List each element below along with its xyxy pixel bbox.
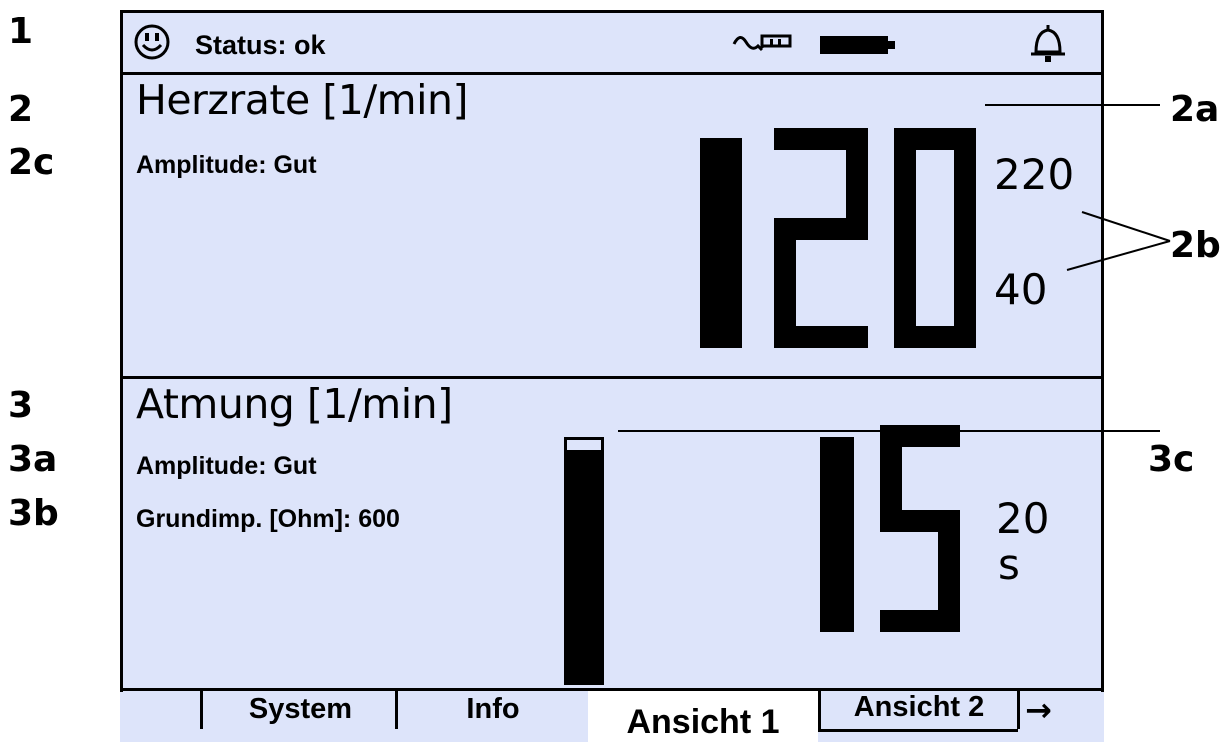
callout-leader-lines <box>618 104 1171 432</box>
